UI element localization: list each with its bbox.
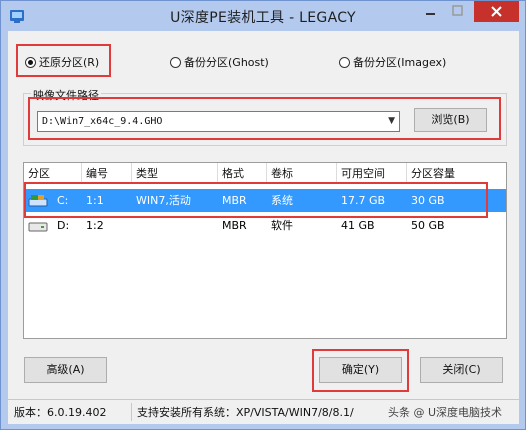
column-header-label[interactable]: 卷标 bbox=[267, 163, 337, 184]
highlight-restore bbox=[16, 44, 111, 77]
cell-drive: D: bbox=[57, 219, 70, 232]
cell-free-space: 41 GB bbox=[341, 219, 375, 232]
status-support: 支持安装所有系统：XP/VISTA/WIN7/8/8.1/ bbox=[137, 406, 354, 419]
column-header-format[interactable]: 格式 bbox=[218, 163, 267, 184]
status-watermark: 头条 @ U深度电脑技术 bbox=[388, 406, 503, 419]
close-icon bbox=[491, 6, 502, 17]
status-separator bbox=[131, 403, 132, 421]
close-window-button[interactable] bbox=[474, 1, 519, 22]
cell-format: MBR bbox=[222, 219, 247, 232]
minimize-button[interactable] bbox=[417, 1, 444, 22]
column-header-partition[interactable]: 分区 bbox=[24, 163, 82, 184]
radio-backup-ghost[interactable]: 备份分区(Ghost) bbox=[170, 53, 269, 71]
cell-number: 1:2 bbox=[86, 219, 104, 232]
radio-ghost-label: 备份分区(Ghost) bbox=[184, 56, 269, 69]
maximize-icon bbox=[452, 5, 463, 16]
maximize-button[interactable] bbox=[444, 1, 471, 22]
drive-icon bbox=[28, 222, 48, 232]
highlight-image-path bbox=[28, 97, 501, 140]
title-bar[interactable]: U深度PE装机工具 - LEGACY bbox=[1, 1, 525, 31]
radio-dot-icon bbox=[339, 56, 350, 68]
highlight-selected-row bbox=[24, 182, 488, 218]
column-header-capacity[interactable]: 分区容量 bbox=[407, 163, 506, 184]
column-header-free-space[interactable]: 可用空间 bbox=[337, 163, 407, 184]
radio-imagex-label: 备份分区(Imagex) bbox=[353, 56, 447, 69]
minimize-icon bbox=[426, 13, 435, 15]
table-row[interactable]: D: 1:2 MBR 软件 41 GB 50 GB bbox=[24, 214, 506, 237]
app-window: U深度PE装机工具 - LEGACY 还原分区(R) 备份分区(Ghost) 备… bbox=[0, 0, 526, 430]
cell-label: 软件 bbox=[271, 219, 293, 232]
cell-capacity: 50 GB bbox=[411, 219, 445, 232]
column-header-number[interactable]: 编号 bbox=[82, 163, 132, 184]
column-header-type[interactable]: 类型 bbox=[132, 163, 218, 184]
cell-type bbox=[132, 214, 218, 237]
advanced-button[interactable]: 高级(A) bbox=[24, 357, 107, 383]
radio-dot-icon bbox=[170, 56, 181, 68]
close-button[interactable]: 关闭(C) bbox=[420, 357, 503, 383]
status-version: 版本：6.0.19.402 bbox=[14, 406, 107, 419]
radio-backup-imagex[interactable]: 备份分区(Imagex) bbox=[339, 53, 446, 71]
highlight-confirm bbox=[312, 349, 409, 392]
